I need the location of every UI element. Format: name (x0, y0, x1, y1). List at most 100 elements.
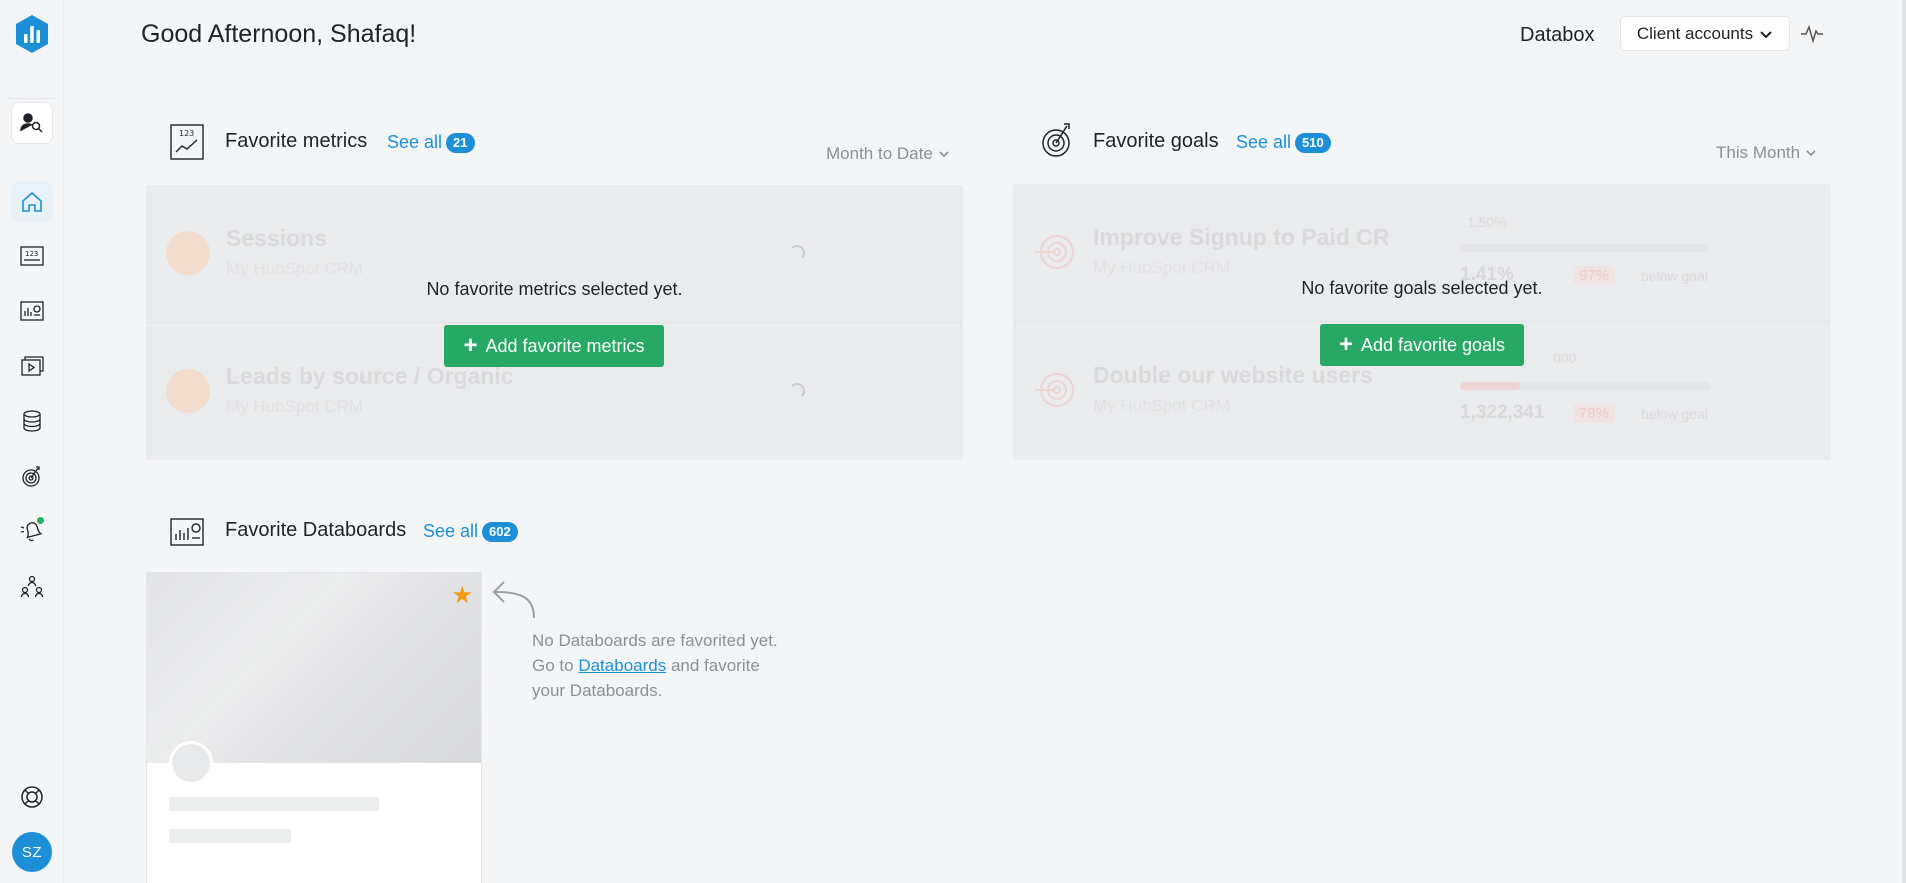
user-search-icon (20, 113, 43, 133)
ghost-metric-row: Sessions My HubSpot CRM (146, 185, 963, 322)
ghost-goal-row: Improve Signup to Paid CR My HubSpot CRM… (1013, 184, 1831, 321)
sidebar-item-data-sources[interactable] (11, 400, 53, 442)
client-accounts-dropdown[interactable]: Client accounts (1620, 16, 1790, 51)
plus-icon: + (463, 332, 478, 359)
add-favorite-goals-button[interactable]: + Add favorite goals (1320, 324, 1524, 366)
add-favorite-metrics-label: Add favorite metrics (485, 335, 645, 356)
sidebar-item-databoards[interactable] (11, 290, 53, 332)
databoard-icon (20, 301, 44, 321)
notification-dot (36, 516, 45, 525)
ghost-goal-delta: 78% (1573, 404, 1616, 423)
svg-text:123: 123 (25, 250, 38, 258)
sidebar-item-reports[interactable] (11, 345, 53, 387)
goal-ghost-target-icon (1035, 373, 1074, 407)
svg-text:123: 123 (179, 129, 194, 138)
placeholder-line (169, 797, 379, 811)
placeholder-line (169, 829, 291, 843)
sidebar-item-team[interactable] (11, 566, 53, 608)
hubspot-ghost-icon (166, 231, 210, 275)
goals-count-badge: 510 (1295, 132, 1331, 153)
favorite-goals-title: Favorite goals (1093, 130, 1219, 152)
sidebar-item-alerts[interactable] (11, 510, 53, 552)
ghost-goal-note: below goal (1641, 406, 1708, 422)
ghost-metric-source: My HubSpot CRM (226, 397, 363, 416)
sidebar-divider (8, 98, 56, 99)
account-brand-name[interactable]: Databox (1520, 24, 1595, 47)
ghost-goal-source: My HubSpot CRM (1093, 396, 1230, 415)
ghost-goal-source: My HubSpot CRM (1093, 258, 1230, 277)
favorite-goals-panel: Improve Signup to Paid CR My HubSpot CRM… (1013, 184, 1831, 460)
chevron-down-icon (939, 151, 949, 158)
databox-logo-icon[interactable] (14, 14, 50, 54)
goal-ghost-target-icon (1035, 235, 1074, 269)
team-icon (20, 575, 44, 598)
activity-pulse-icon[interactable] (1800, 22, 1824, 46)
ghost-goal-title: Double our website users (1093, 362, 1373, 388)
home-icon (22, 191, 42, 212)
databoards-count-badge: 602 (482, 521, 518, 542)
databoards-empty-prefix: Go to (532, 656, 574, 675)
metrics-123-icon: 123 (20, 246, 44, 266)
see-all-label: See all (423, 521, 479, 541)
goals-period-dropdown[interactable]: This Month (1716, 143, 1817, 163)
ghost-metric-title: Sessions (226, 225, 327, 251)
sidebar-item-help[interactable] (11, 776, 53, 818)
loading-spinner-icon (789, 383, 805, 399)
goals-target-icon (1042, 123, 1070, 157)
ghost-goal-target: 000 (1553, 350, 1577, 366)
ghost-goal-target: 1.50% (1467, 214, 1507, 230)
favorite-goals-see-all-link[interactable]: See all 510 (1236, 132, 1331, 153)
plus-icon: + (1338, 331, 1353, 358)
ghost-goal-progress (1460, 382, 1710, 390)
ghost-goal-title: Improve Signup to Paid CR (1093, 224, 1390, 250)
report-play-icon (21, 356, 44, 376)
ghost-metric-title: Leads by source / Organic (226, 363, 514, 389)
see-all-label: See all (1236, 132, 1292, 152)
add-favorite-metrics-button[interactable]: + Add favorite metrics (444, 325, 664, 367)
databoards-empty-line3: your Databoards. (532, 681, 663, 700)
sidebar-item-home[interactable] (11, 181, 53, 223)
metrics-chart-icon: 123 (170, 124, 204, 160)
user-avatar[interactable]: SZ (12, 832, 52, 872)
metrics-empty-message: No favorite metrics selected yet. (426, 279, 683, 299)
sidebar-item-metrics[interactable]: 123 (11, 235, 53, 277)
see-all-label: See all (387, 132, 443, 152)
client-accounts-label: Client accounts (1636, 23, 1754, 43)
star-icon[interactable]: ★ (451, 581, 473, 610)
favorite-metrics-title: Favorite metrics (225, 130, 368, 152)
databoards-empty-line2: Go to Databoards and favorite (532, 653, 802, 678)
databoard-thumbnail (147, 573, 481, 763)
databoards-empty-line1: No Databoards are favorited yet. (532, 631, 778, 650)
favorite-databoards-title: Favorite Databoards (225, 519, 407, 541)
target-icon (22, 466, 40, 487)
ghost-goal-progress (1460, 244, 1710, 252)
databoards-empty-message: No Databoards are favorited yet. Go to D… (532, 628, 802, 703)
databoard-avatar-placeholder (169, 741, 213, 785)
ghost-metric-source: My HubSpot CRM (226, 259, 363, 278)
chevron-down-icon (1806, 150, 1816, 157)
database-icon (23, 410, 41, 432)
databoards-link[interactable]: Databoards (578, 656, 666, 675)
metrics-period-dropdown[interactable]: Month to Date (826, 144, 950, 164)
favorite-metrics-see-all-link[interactable]: See all 21 (387, 132, 475, 153)
sidebar-item-client-manager[interactable] (11, 102, 53, 144)
metrics-period-label: Month to Date (826, 144, 933, 163)
favorite-databoards-see-all-link[interactable]: See all 602 (423, 521, 518, 542)
hubspot-ghost-icon (166, 369, 210, 413)
curved-arrow-icon (492, 581, 535, 619)
chevron-down-icon (1760, 30, 1772, 38)
goals-period-label: This Month (1716, 143, 1801, 162)
lifebuoy-icon (21, 786, 43, 808)
vertical-scrollbar[interactable] (1902, 0, 1906, 883)
databoards-empty-suffix: and favorite (670, 656, 760, 675)
ghost-goal-value: 1,322,341 (1460, 402, 1545, 423)
databoards-icon (170, 518, 204, 546)
page-greeting: Good Afternoon, Shafaq! (141, 20, 417, 48)
favorite-metrics-panel: Sessions My HubSpot CRM Leads by source … (146, 185, 963, 460)
goals-empty-message: No favorite goals selected yet. (1301, 278, 1543, 298)
sidebar: 123 SZ (0, 0, 64, 883)
sidebar-item-goals[interactable] (11, 455, 53, 497)
databoard-placeholder-card: ★ (146, 572, 482, 883)
loading-spinner-icon (789, 245, 805, 261)
metrics-count-badge: 21 (446, 132, 475, 153)
